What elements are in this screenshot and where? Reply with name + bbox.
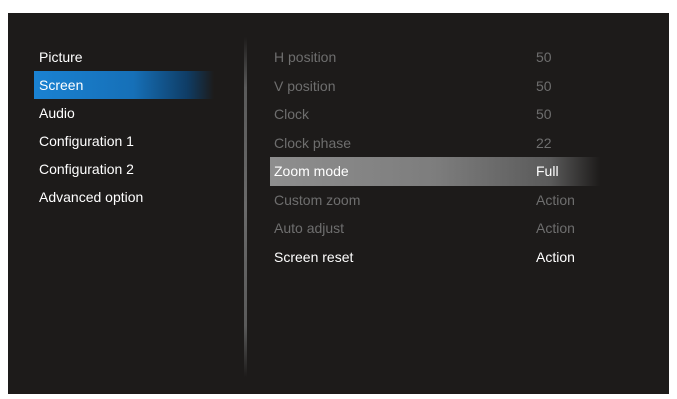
menu-item-picture[interactable]: Picture: [34, 43, 214, 71]
menu-item-label: Configuration 2: [39, 161, 134, 177]
screen-submenu: H position 50 V position 50 Clock 50 Clo…: [270, 43, 600, 271]
setting-label: Auto adjust: [274, 220, 345, 236]
menu-item-label: Advanced option: [39, 189, 144, 205]
setting-label: V position: [274, 77, 336, 94]
setting-auto-adjust[interactable]: Auto adjust Action: [270, 214, 600, 243]
setting-label: H position: [274, 49, 337, 65]
setting-custom-zoom[interactable]: Custom zoom Action: [270, 186, 600, 215]
menu-item-label: Screen: [39, 77, 84, 93]
setting-clock-phase[interactable]: Clock phase 22: [270, 129, 600, 158]
menu-divider: [244, 37, 247, 377]
setting-label: Zoom mode: [274, 163, 349, 179]
main-menu: Picture Screen Audio Configuration 1 Con…: [34, 43, 214, 211]
menu-item-advanced-option[interactable]: Advanced option: [34, 183, 214, 211]
setting-value: Full: [536, 163, 559, 179]
setting-h-position[interactable]: H position 50: [270, 43, 600, 72]
setting-value: Action: [536, 220, 575, 236]
menu-item-screen[interactable]: Screen: [34, 71, 214, 99]
menu-item-configuration-1[interactable]: Configuration 1: [34, 127, 214, 155]
setting-label: Screen reset: [274, 248, 354, 265]
setting-value: Action: [536, 191, 575, 208]
menu-item-configuration-2[interactable]: Configuration 2: [34, 155, 214, 183]
osd-screen: Picture Screen Audio Configuration 1 Con…: [8, 13, 669, 394]
setting-value: Action: [536, 248, 575, 265]
setting-value: 22: [536, 134, 552, 151]
setting-clock[interactable]: Clock 50: [270, 100, 600, 129]
setting-label: Custom zoom: [274, 191, 361, 208]
menu-item-label: Configuration 1: [39, 133, 134, 149]
setting-v-position[interactable]: V position 50: [270, 72, 600, 101]
setting-label: Clock: [274, 106, 310, 122]
setting-screen-reset[interactable]: Screen reset Action: [270, 243, 600, 272]
setting-value: 50: [536, 49, 552, 65]
menu-item-audio[interactable]: Audio: [34, 99, 214, 127]
setting-value: 50: [536, 106, 552, 122]
setting-label: Clock phase: [274, 134, 352, 151]
setting-value: 50: [536, 77, 552, 94]
menu-item-label: Audio: [39, 105, 75, 121]
menu-item-label: Picture: [39, 49, 83, 65]
setting-zoom-mode[interactable]: Zoom mode Full: [270, 157, 600, 186]
